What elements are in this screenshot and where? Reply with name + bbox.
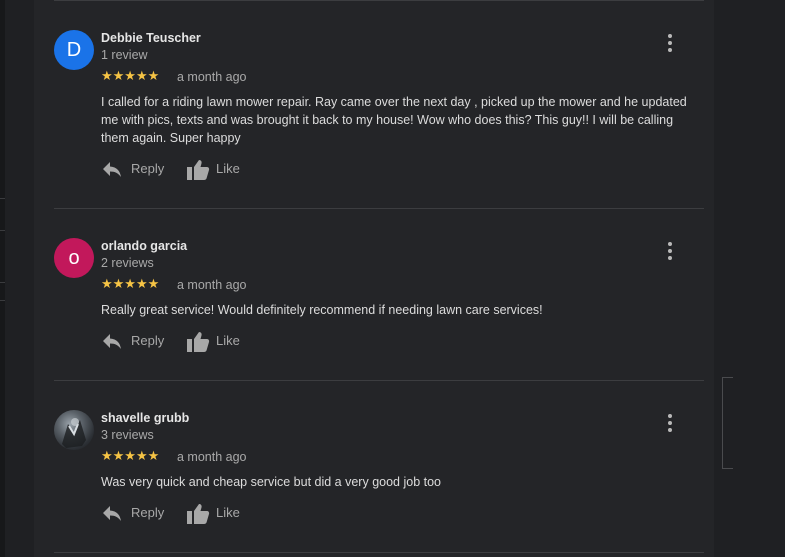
divider bbox=[54, 552, 704, 553]
review-card: D Debbie Teuscher 1 review ★★★★★ a month… bbox=[54, 30, 704, 210]
more-vertical-icon[interactable] bbox=[668, 34, 672, 52]
avatar[interactable]: D bbox=[54, 30, 94, 70]
review-text: Was very quick and cheap service but did… bbox=[101, 475, 442, 489]
more-vertical-icon[interactable] bbox=[668, 414, 672, 432]
like-label: Like bbox=[216, 161, 240, 176]
reply-arrow-icon bbox=[103, 162, 121, 177]
review-date: a month ago bbox=[177, 450, 247, 464]
reply-button[interactable]: Reply bbox=[101, 329, 171, 353]
star-rating: ★★★★★ bbox=[101, 68, 160, 83]
star-rating: ★★★★★ bbox=[101, 448, 160, 463]
review-actions: Reply Like bbox=[101, 329, 301, 353]
left-edge bbox=[0, 0, 5, 557]
reply-label: Reply bbox=[131, 161, 165, 176]
review-date: a month ago bbox=[177, 70, 247, 84]
profile-photo bbox=[62, 418, 86, 448]
reviewer-name[interactable]: orlando garcia bbox=[101, 239, 187, 253]
avatar[interactable]: o bbox=[54, 238, 94, 278]
reply-arrow-icon bbox=[103, 334, 121, 349]
avatar[interactable] bbox=[54, 410, 94, 450]
review-date: a month ago bbox=[177, 278, 247, 292]
like-button[interactable]: Like bbox=[186, 157, 246, 181]
reviews-window: D Debbie Teuscher 1 review ★★★★★ a month… bbox=[0, 0, 785, 557]
review-text: I called for a riding lawn mower repair.… bbox=[101, 95, 687, 145]
reply-button[interactable]: Reply bbox=[101, 157, 171, 181]
reviewer-name[interactable]: Debbie Teuscher bbox=[101, 31, 201, 45]
reply-button[interactable]: Reply bbox=[101, 501, 171, 525]
review-card: shavelle grubb 3 reviews ★★★★★ a month a… bbox=[54, 410, 704, 550]
reviewer-name[interactable]: shavelle grubb bbox=[101, 411, 189, 425]
like-label: Like bbox=[216, 505, 240, 520]
thumbs-up-icon bbox=[187, 160, 210, 180]
like-button[interactable]: Like bbox=[186, 329, 246, 353]
thumbs-up-icon bbox=[187, 504, 210, 524]
reply-label: Reply bbox=[131, 333, 165, 348]
reply-label: Reply bbox=[131, 505, 165, 520]
review-card: o orlando garcia 2 reviews ★★★★★ a month… bbox=[54, 238, 704, 378]
review-actions: Reply Like bbox=[101, 157, 301, 181]
scrollbar[interactable] bbox=[722, 377, 733, 469]
review-count: 3 reviews bbox=[101, 428, 154, 442]
divider bbox=[54, 380, 704, 381]
review-count: 2 reviews bbox=[101, 256, 154, 270]
divider bbox=[54, 208, 704, 209]
reply-arrow-icon bbox=[103, 506, 121, 521]
thumbs-up-icon bbox=[187, 332, 210, 352]
like-button[interactable]: Like bbox=[186, 501, 246, 525]
more-vertical-icon[interactable] bbox=[668, 242, 672, 260]
review-actions: Reply Like bbox=[101, 501, 301, 525]
review-count: 1 review bbox=[101, 48, 148, 62]
divider bbox=[54, 0, 704, 1]
star-rating: ★★★★★ bbox=[101, 276, 160, 291]
like-label: Like bbox=[216, 333, 240, 348]
review-text: Really great service! Would definitely r… bbox=[101, 303, 543, 317]
